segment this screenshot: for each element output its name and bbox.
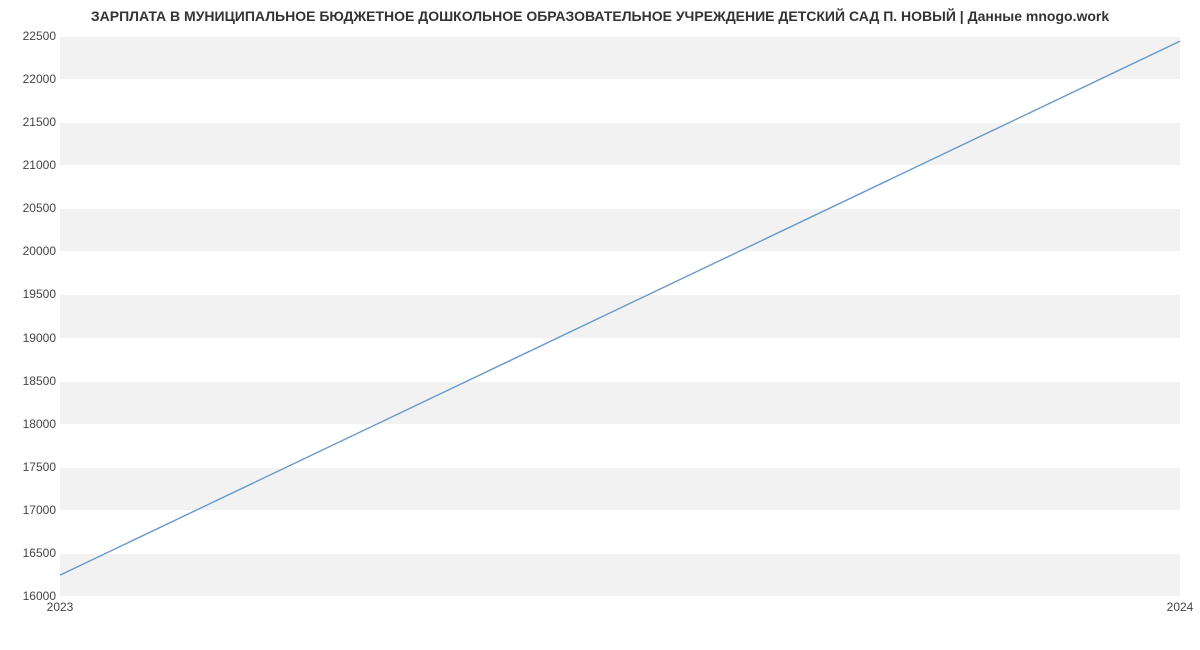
y-tick-label: 22000 (8, 72, 56, 86)
y-tick-label: 17500 (8, 460, 56, 474)
y-tick-label: 19000 (8, 331, 56, 345)
y-tick-label: 18000 (8, 417, 56, 431)
y-tick-label: 19500 (8, 287, 56, 301)
chart-line-layer (60, 36, 1180, 596)
y-tick-label: 20000 (8, 244, 56, 258)
y-tick-label: 16500 (8, 546, 56, 560)
y-tick-label: 22500 (8, 29, 56, 43)
y-tick-label: 17000 (8, 503, 56, 517)
x-tick-label: 2024 (1167, 600, 1194, 614)
chart-line (60, 41, 1180, 575)
y-tick-label: 21500 (8, 115, 56, 129)
y-tick-label: 20500 (8, 201, 56, 215)
chart-title: ЗАРПЛАТА В МУНИЦИПАЛЬНОЕ БЮДЖЕТНОЕ ДОШКО… (0, 8, 1200, 24)
y-tick-label: 21000 (8, 158, 56, 172)
plot-area (60, 36, 1180, 597)
x-tick-label: 2023 (47, 600, 74, 614)
y-tick-label: 18500 (8, 374, 56, 388)
grid-line (60, 596, 1180, 597)
line-chart: ЗАРПЛАТА В МУНИЦИПАЛЬНОЕ БЮДЖЕТНОЕ ДОШКО… (0, 0, 1200, 650)
